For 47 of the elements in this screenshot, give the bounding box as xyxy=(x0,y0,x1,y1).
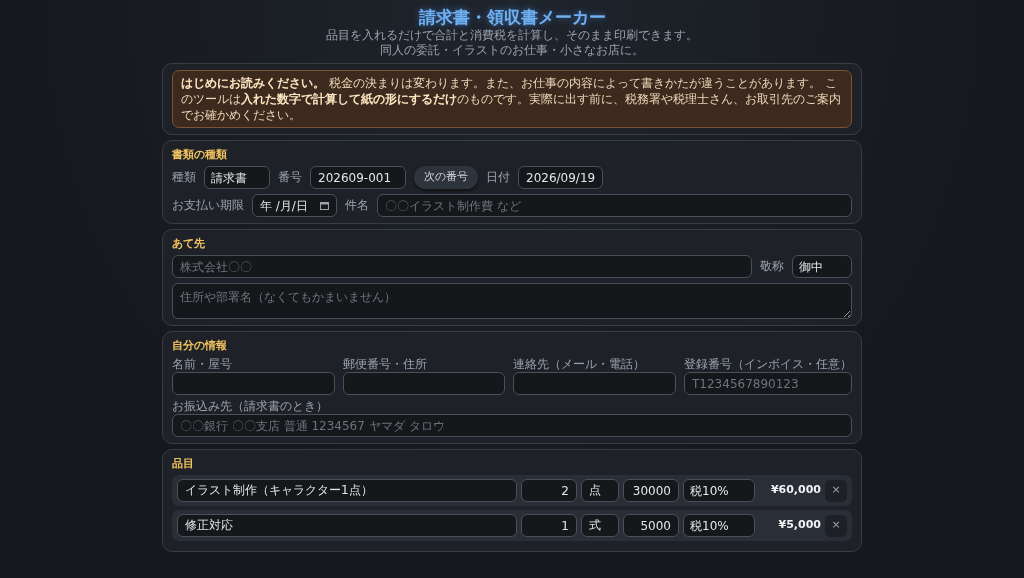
text-field[interactable] xyxy=(172,372,335,395)
date-value: 2026/09/19 xyxy=(526,169,596,187)
page-title: 請求書・領収書メーカー xyxy=(417,6,607,28)
tax-select[interactable]: 税10% xyxy=(683,514,755,537)
field-label: 登録番号（インボイス・任意） xyxy=(684,357,852,372)
due-date-field[interactable]: 年 /月/日 xyxy=(252,194,337,217)
type-select[interactable]: 請求書 xyxy=(204,166,270,189)
field-label: 件名 xyxy=(345,198,369,213)
field-label: 連絡先（メール・電話） xyxy=(513,357,647,372)
price-field[interactable]: 30000 xyxy=(623,479,679,502)
remove-button[interactable]: × xyxy=(825,479,847,502)
field-label: 敬称 xyxy=(760,259,784,274)
calendar-icon[interactable] xyxy=(320,201,329,210)
section-heading: 品目 xyxy=(172,456,195,471)
field-label: 日付 xyxy=(486,170,510,185)
tax-select[interactable]: 税10% xyxy=(683,479,755,502)
address-field[interactable]: 住所や部署名（なくてもかまいません） xyxy=(172,283,852,319)
field-label: 種類 xyxy=(172,170,196,185)
unit-field[interactable]: 点 xyxy=(581,479,619,502)
subtitle-text: 同人の委託・イラストのお仕事・小さなお店に。 xyxy=(379,43,645,58)
amount-text: ¥60,000 xyxy=(769,482,821,499)
notice-text: はじめにお読みください。 税金の決まりは変わります。また、お仕事の内容によって書きかたが違うことがあります。 このツールは入れた数字で計算して紙の形にするだけのものです。実際に出す前に、税務署や税理士さん、お取引先のご案内でお確かめください。 xyxy=(172,70,852,128)
item-name-field[interactable]: イラスト制作（キャラクター1点） xyxy=(177,479,517,502)
field-label: お振込み先（請求書のとき） xyxy=(172,399,329,414)
section-heading: 自分の情報 xyxy=(172,338,228,353)
next-number-button[interactable]: 次の番号 xyxy=(414,166,478,189)
field-label: 郵便番号・住所 xyxy=(342,357,428,372)
section-heading: 書類の種類 xyxy=(172,147,228,162)
field-label: 名前・屋号 xyxy=(172,357,233,372)
quantity-field[interactable]: 2 xyxy=(521,479,577,502)
item-name-field[interactable]: 修正対応 xyxy=(177,514,517,537)
text-field[interactable] xyxy=(342,372,506,395)
section-heading: あて先 xyxy=(172,236,206,251)
remove-button[interactable]: × xyxy=(825,514,847,537)
text-field[interactable] xyxy=(513,372,676,395)
subtitle-text: 品目を入れるだけで合計と消費税を計算し、そのまま印刷できます。 xyxy=(325,28,699,43)
field-label: お支払い期限 xyxy=(172,198,244,213)
text-field[interactable]: T1234567890123 xyxy=(684,372,852,395)
price-field[interactable]: 5000 xyxy=(623,514,679,537)
field-label: 番号 xyxy=(278,170,302,185)
quantity-field[interactable]: 1 xyxy=(521,514,577,537)
number-field[interactable]: 202609-001 xyxy=(310,166,406,189)
date-field[interactable]: 2026/09/19 xyxy=(518,166,603,189)
unit-field[interactable]: 式 xyxy=(581,514,619,537)
honorific-select[interactable]: 御中 xyxy=(792,255,852,278)
amount-text: ¥5,000 xyxy=(777,517,821,534)
date-value: 年 /月/日 xyxy=(260,197,308,215)
